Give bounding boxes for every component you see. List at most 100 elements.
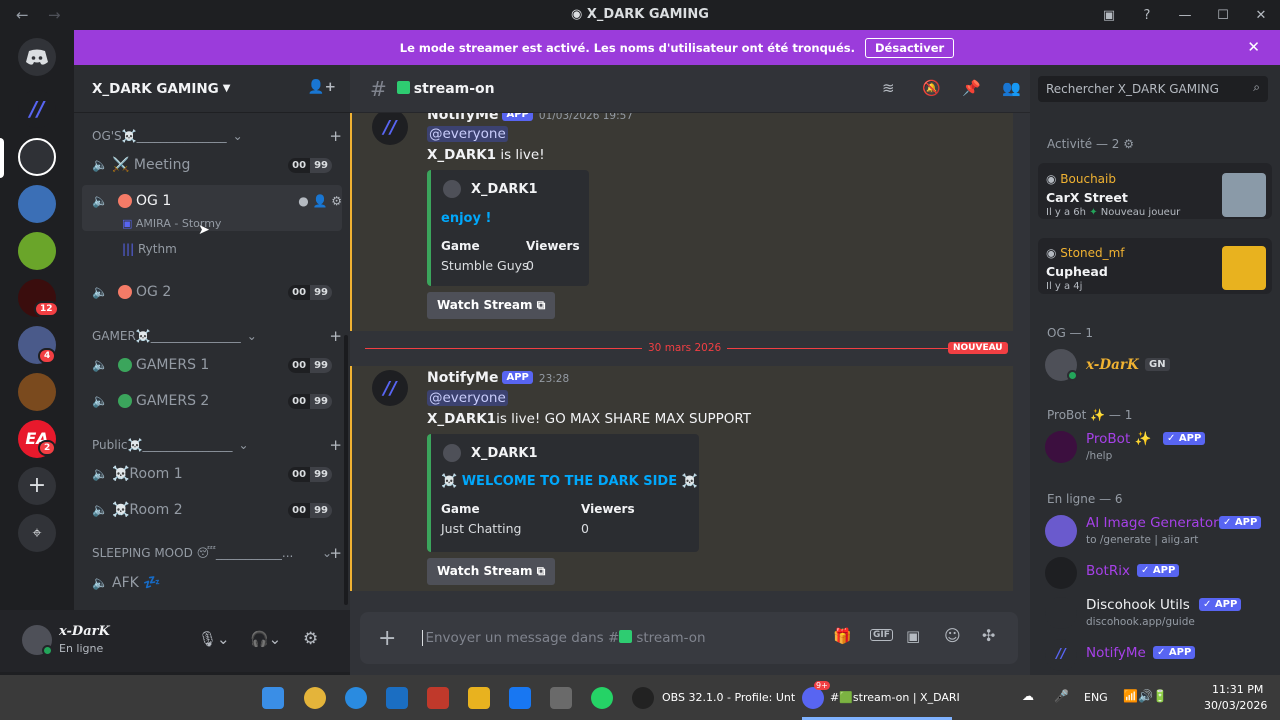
voice-channel-room1[interactable]: 🔈 ☠️Room 1 00 99	[92, 461, 332, 487]
plus-icon[interactable]: +	[329, 544, 342, 562]
channel-actions-icon[interactable]: ● 👤 ⚙	[298, 194, 342, 208]
chrome-icon[interactable]	[304, 687, 326, 709]
mic-icon[interactable]: 🎙⌄	[198, 630, 230, 648]
member-ai-image-generator[interactable]: AI Image Generator ✓ APP to /generate | …	[1045, 511, 1275, 551]
category-gamer[interactable]: GAMER☠️_______________ ⌄ +	[92, 327, 342, 345]
everyone-mention[interactable]: @everyone	[427, 126, 508, 142]
minimize-button[interactable]: —	[1166, 8, 1204, 23]
add-attachment-icon[interactable]: +	[378, 626, 396, 651]
apps-icon[interactable]: ✣	[982, 626, 995, 645]
voice-channel-meeting[interactable]: 🔈 ⚔️ Meeting 00 99	[92, 152, 332, 178]
voice-channel-afk[interactable]: 🔈 AFK 💤	[92, 570, 332, 596]
member-probot[interactable]: ProBot ✨ ✓ APP /help	[1045, 427, 1275, 467]
close-window-button[interactable]: ✕	[1242, 8, 1280, 23]
windows-start-icon[interactable]	[262, 687, 284, 709]
activity-card-bouchaib[interactable]: ◉ Bouchaib CarX Street Il y a 6h ✦ Nouve…	[1038, 163, 1272, 219]
member-x-dark[interactable]: x-DarK GN	[1045, 345, 1275, 385]
watch-stream-button[interactable]: Watch Stream ⧉	[427, 292, 556, 319]
category-sleeping[interactable]: SLEEPING MOOD 😴___________... ⌄ +	[92, 544, 342, 562]
plus-icon[interactable]: +	[329, 436, 342, 454]
server-tag: GN	[1145, 358, 1170, 371]
username[interactable]: x-DarK	[59, 624, 110, 639]
obs-task-label[interactable]: OBS 32.1.0 - Profile: Unt	[662, 691, 795, 704]
member-botrix[interactable]: BotRix ✓ APP	[1045, 553, 1275, 593]
add-server-icon[interactable]: +	[18, 467, 56, 505]
headphones-icon[interactable]: 🎧⌄	[250, 630, 281, 648]
invite-icon[interactable]: 👤+	[308, 79, 336, 95]
app-badge: ✓ APP	[1137, 564, 1180, 577]
search-input[interactable]: Rechercher X_DARK GAMING ⌕	[1038, 76, 1268, 102]
guild-clash-icon[interactable]	[18, 373, 56, 411]
whatsapp-icon[interactable]	[591, 687, 613, 709]
clock-date[interactable]: 30/03/2026	[1204, 699, 1267, 712]
speaker-icon: 🔈	[92, 466, 109, 482]
plus-icon[interactable]: +	[329, 127, 342, 145]
message-author[interactable]: NotifyMe	[427, 113, 498, 123]
mic-icon[interactable]: 🎤	[1054, 689, 1069, 703]
forward-arrow-icon[interactable]: →	[48, 6, 64, 24]
voice-channel-og2[interactable]: 🔈 OG 2 00 99	[92, 279, 332, 305]
member-discohook-utils[interactable]: Discohook Utils ✓ APP discohook.app/guid…	[1045, 593, 1275, 633]
message-author[interactable]: NotifyMe	[427, 370, 498, 386]
embed-title[interactable]: ☠️ WELCOME TO THE DARK SIDE ☠️	[441, 474, 698, 489]
gear-icon[interactable]: ⚙	[303, 629, 318, 649]
discord-task-label[interactable]: #🟩stream-on | X_DARI	[830, 691, 960, 704]
voice-channel-gamers1[interactable]: 🔈 GAMERS 1 00 99	[92, 352, 332, 378]
activity-card-stoned[interactable]: ◉ Stoned_mf Cuphead Il y a 4j	[1038, 238, 1272, 294]
obs-icon[interactable]	[632, 687, 654, 709]
notifyme-guild-icon[interactable]: //	[18, 90, 56, 128]
x-dark-gaming-guild-icon[interactable]	[18, 138, 56, 176]
category-ogs[interactable]: OG'S☠️_______________ ⌄ +	[92, 127, 342, 145]
notifyme-avatar[interactable]: //	[372, 113, 408, 145]
guild-avatar-icon[interactable]	[18, 185, 56, 223]
role-header-og: OG — 1	[1047, 326, 1094, 340]
mail-icon[interactable]	[386, 687, 408, 709]
maximize-button[interactable]: ☐	[1204, 8, 1242, 23]
sidebar-scrollbar[interactable]	[344, 335, 348, 605]
app-icon[interactable]	[427, 687, 449, 709]
voice-user-rythm[interactable]: ||| Rythm	[122, 242, 177, 256]
sticker-icon[interactable]: ▣	[906, 627, 920, 645]
server-header[interactable]: X_DARK GAMING ▼ 👤+	[74, 65, 350, 113]
notifyme-avatar[interactable]: //	[372, 370, 408, 406]
watch-stream-button[interactable]: Watch Stream ⧉	[427, 558, 556, 585]
green-square-icon	[396, 80, 410, 94]
members-icon[interactable]: 👥	[1002, 79, 1021, 97]
wifi-icon[interactable]: 📶🔊🔋	[1123, 689, 1168, 703]
close-icon[interactable]: ✕	[1247, 38, 1260, 56]
chevron-down-icon: ⌄	[238, 438, 249, 452]
emoji-icon[interactable]: ☺	[944, 626, 961, 645]
embed-title[interactable]: enjoy !	[441, 211, 491, 226]
category-public[interactable]: Public☠️_______________ ⌄ +	[92, 436, 342, 454]
store-icon[interactable]	[550, 687, 572, 709]
voice-channel-og1[interactable]: 🔈 OG 1 ● 👤 ⚙	[92, 188, 342, 214]
discord-icon[interactable]	[18, 38, 56, 76]
speaker-icon: 🔈	[92, 284, 109, 300]
speaker-icon: 🔈	[92, 575, 109, 591]
pin-icon[interactable]: 📌	[962, 79, 981, 97]
gift-icon[interactable]: 🎁	[833, 627, 852, 645]
guild-game-icon[interactable]	[18, 232, 56, 270]
threads-icon[interactable]: ≋	[882, 79, 895, 97]
explore-icon[interactable]: ⌖	[18, 514, 56, 552]
voice-channel-room2[interactable]: 🔈 ☠️Room 2 00 99	[92, 497, 332, 523]
edge-icon[interactable]	[345, 687, 367, 709]
disable-streamer-button[interactable]: Désactiver	[865, 37, 955, 58]
clock-time[interactable]: 11:31 PM	[1212, 683, 1263, 696]
member-notifyme[interactable]: // NotifyMe ✓ APP	[1045, 635, 1275, 675]
inbox-icon[interactable]: ▣	[1090, 8, 1128, 23]
plus-icon[interactable]: +	[329, 327, 342, 345]
gif-icon[interactable]: GIF	[870, 629, 893, 641]
message-input[interactable]: Envoyer un message dans # stream-on	[422, 630, 706, 646]
file-explorer-icon[interactable]	[468, 687, 490, 709]
everyone-mention[interactable]: @everyone	[427, 390, 508, 406]
embed-field-name: Viewers	[581, 502, 635, 516]
help-icon[interactable]: ?	[1128, 8, 1166, 23]
discord-task-icon[interactable]	[802, 687, 824, 709]
mute-icon[interactable]: 🔕	[922, 79, 941, 97]
voice-channel-gamers2[interactable]: 🔈 GAMERS 2 00 99	[92, 388, 332, 414]
language-indicator[interactable]: ENG	[1084, 691, 1108, 704]
back-arrow-icon[interactable]: ←	[16, 6, 32, 24]
facebook-icon[interactable]	[509, 687, 531, 709]
cloud-icon[interactable]: ☁	[1022, 689, 1034, 703]
